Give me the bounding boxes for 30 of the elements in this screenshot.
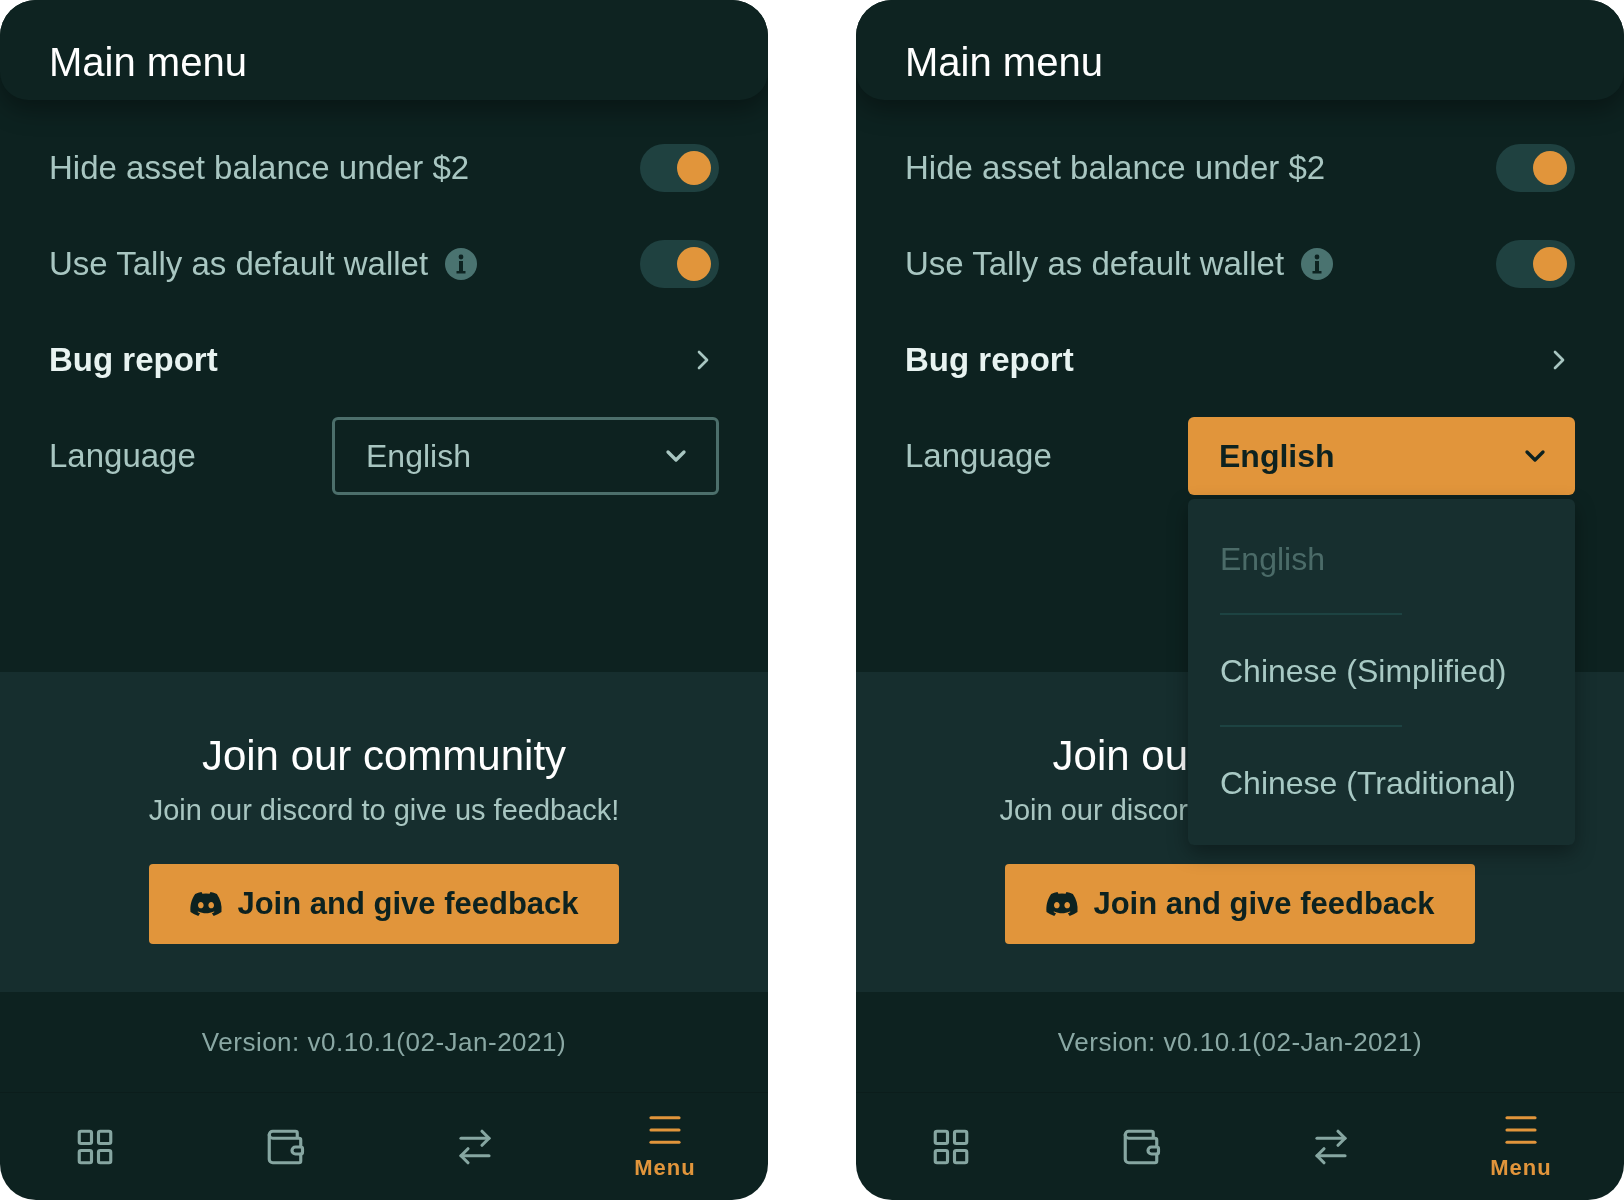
toggle-switch[interactable] [1496,240,1575,288]
language-option[interactable]: Chinese (Traditional) [1220,759,1516,807]
setting-label: Hide asset balance under $2 [905,148,1326,189]
join-feedback-button[interactable]: Join and give feedback [149,864,619,944]
page-title: Main menu [49,39,247,86]
community-title: Join ou [1052,731,1188,781]
join-feedback-button[interactable]: Join and give feedback [1005,864,1475,944]
version-text: Version: v0.10.1(02-Jan-2021) [201,1025,567,1059]
version-text: Version: v0.10.1(02-Jan-2021) [1057,1025,1423,1059]
community-subtitle: Join our discor [999,793,1188,828]
language-select[interactable]: English [332,417,719,495]
nav-tab[interactable]: Menu [570,1093,760,1200]
nav-tab[interactable]: Menu [1426,1093,1616,1200]
menu-link[interactable]: Bug report [49,335,218,385]
language-select[interactable]: English [1188,417,1575,495]
toggle-switch[interactable] [1496,144,1575,192]
language-option[interactable]: Chinese (Simplified) [1220,647,1507,695]
menu-link[interactable]: Bug report [905,335,1074,385]
info-icon[interactable] [1300,247,1335,281]
community-title: Join our community [201,731,567,781]
setting-label: Use Tally as default wallet [905,244,1285,285]
setting-label: Language [905,436,1052,477]
page-title: Main menu [905,39,1103,86]
setting-label: Language [49,436,196,477]
setting-label: Hide asset balance under $2 [49,148,470,189]
setting-label: Use Tally as default wallet [49,244,429,285]
toggle-switch[interactable] [640,144,719,192]
info-icon[interactable] [444,247,479,281]
toggle-switch[interactable] [640,240,719,288]
community-subtitle: Join our discord to give us feedback! [148,793,620,828]
